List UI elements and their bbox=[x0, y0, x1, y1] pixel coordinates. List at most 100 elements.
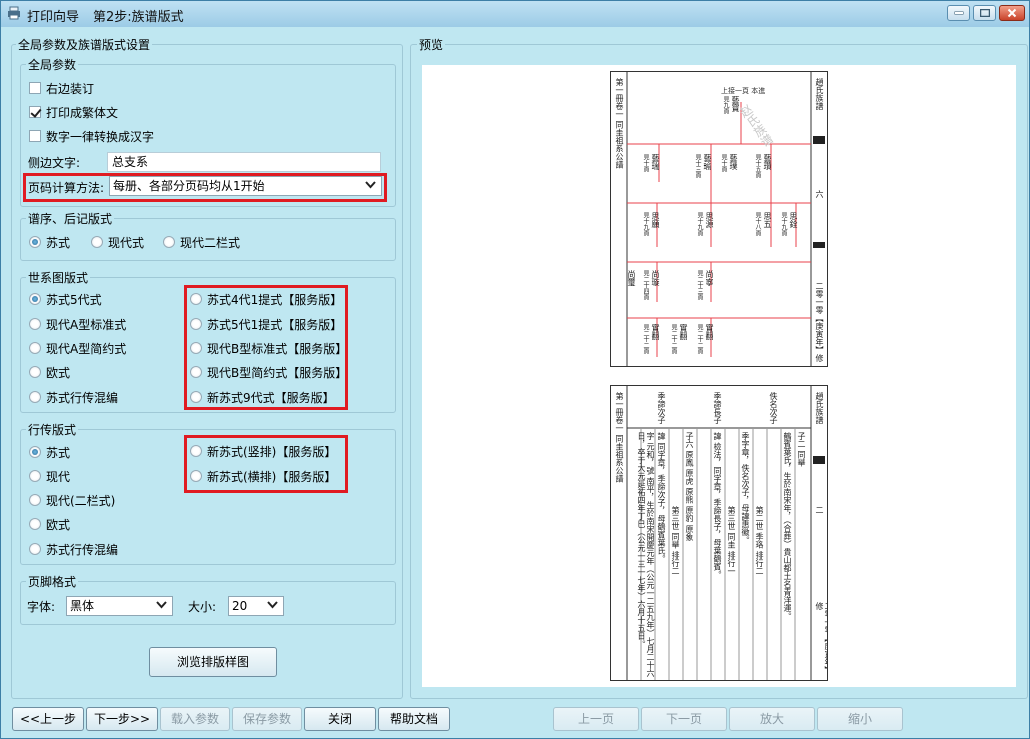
radio-button[interactable] bbox=[29, 518, 41, 530]
maximize-button[interactable] bbox=[973, 5, 996, 21]
chevron-down-icon bbox=[365, 181, 376, 189]
radio-button[interactable] bbox=[91, 236, 103, 248]
digits-to-chinese-checkbox[interactable]: 数字一律转换成汉字 bbox=[29, 127, 154, 145]
bio-right-option-1[interactable]: 新苏式(横排)【服务版】 bbox=[190, 467, 336, 485]
bio-left-option-2[interactable]: 现代(二栏式) bbox=[29, 491, 115, 509]
radio-button[interactable] bbox=[29, 543, 41, 555]
radio-label: 现代式 bbox=[108, 235, 145, 250]
radio-button[interactable] bbox=[190, 366, 202, 378]
page-calc-label: 页码计算方法: bbox=[28, 180, 105, 195]
radio-label: 苏式4代1提式【服务版】 bbox=[207, 292, 343, 307]
lineage-name: 藝瑜 bbox=[703, 154, 712, 170]
radio-button[interactable] bbox=[163, 236, 175, 248]
preface-option-modern-two-col[interactable]: 现代二栏式 bbox=[163, 233, 240, 251]
size-select[interactable]: 20 bbox=[228, 596, 284, 616]
radio-label: 新苏式9代式【服务版】 bbox=[207, 390, 335, 405]
radio-label: 苏式行传混编 bbox=[46, 390, 119, 405]
lineage-right-option-2[interactable]: 现代B型标准式【服务版】 bbox=[190, 339, 347, 357]
next-page-button[interactable]: 下一页 bbox=[641, 707, 727, 731]
lineage-name: 思五 bbox=[763, 212, 772, 228]
chevron-down-icon bbox=[156, 601, 167, 609]
radio-button[interactable] bbox=[190, 445, 202, 457]
radio-button[interactable] bbox=[190, 318, 202, 330]
radio-label: 新苏式(竖排)【服务版】 bbox=[207, 444, 337, 459]
page2-side-right-mid: 二 bbox=[815, 506, 824, 514]
step-title: 第2步:族谱版式 bbox=[93, 10, 184, 25]
lineage-left-option-3[interactable]: 欧式 bbox=[29, 363, 70, 381]
radio-button[interactable] bbox=[29, 470, 41, 482]
zoom-out-button[interactable]: 缩小 bbox=[817, 707, 903, 731]
lineage-right-option-1[interactable]: 苏式5代1提式【服务版】 bbox=[190, 315, 342, 333]
radio-button[interactable] bbox=[190, 293, 202, 305]
prev-step-button[interactable]: <<上一步 bbox=[12, 707, 84, 731]
lineage-note: 見二十二頁 bbox=[670, 324, 677, 354]
page1-side-right-mid: 六 bbox=[815, 190, 824, 198]
radio-button[interactable] bbox=[29, 391, 41, 403]
settings-group-title: 全局参数及族谱版式设置 bbox=[16, 36, 153, 53]
font-select[interactable]: 黑体 bbox=[66, 596, 173, 616]
bio-column: 第二世 季珞 排行二 bbox=[755, 506, 764, 576]
bio-left-option-0[interactable]: 苏式 bbox=[29, 443, 70, 461]
radio-label: 苏式 bbox=[46, 235, 71, 250]
radio-label: 苏式5代1提式【服务版】 bbox=[207, 317, 343, 332]
bio-column: 諱 檢法，同字章，季諦長子，母葉鶴賓。 bbox=[713, 432, 722, 579]
radio-button[interactable] bbox=[190, 391, 202, 403]
next-step-button[interactable]: 下一步>> bbox=[86, 707, 158, 731]
checkbox-box[interactable] bbox=[29, 106, 41, 118]
bio-right-option-0[interactable]: 新苏式(竖排)【服务版】 bbox=[190, 442, 336, 460]
zoom-in-button[interactable]: 放大 bbox=[729, 707, 815, 731]
checkbox-label: 右边装订 bbox=[46, 81, 95, 96]
radio-button[interactable] bbox=[190, 342, 202, 354]
radio-button[interactable] bbox=[29, 318, 41, 330]
lineage-left-option-2[interactable]: 现代A型简约式 bbox=[29, 339, 126, 357]
lineage-left-option-1[interactable]: 现代A型标准式 bbox=[29, 315, 126, 333]
preview-page-lineage: 第一冊卷一 同圭祖系公譜 趙氏族譜 六 二零一零【庚寅年】修 赵氏族谱 上接一頁… bbox=[610, 71, 828, 367]
minimize-button[interactable] bbox=[947, 5, 970, 21]
checkbox-box[interactable] bbox=[29, 130, 41, 142]
radio-button[interactable] bbox=[29, 236, 41, 248]
bio-column: 佚名次子 bbox=[769, 392, 778, 424]
help-button[interactable]: 帮助文档 bbox=[378, 707, 450, 731]
global-params-title: 全局参数 bbox=[26, 56, 79, 73]
bio-column: 鶴賓葉氏，生於南宋年，（合葬）貴山都土名青洋運。 bbox=[783, 432, 792, 620]
prev-page-button[interactable]: 上一页 bbox=[553, 707, 639, 731]
lineage-left-option-4[interactable]: 苏式行传混编 bbox=[29, 388, 118, 406]
close-window-button[interactable] bbox=[999, 5, 1025, 21]
lineage-note: 見十三頁 bbox=[694, 154, 701, 178]
close-button[interactable]: 关闭 bbox=[304, 707, 376, 731]
page-calc-select[interactable]: 每册、各部分页码均从1开始 bbox=[109, 176, 382, 196]
lineage-name: 思銓 bbox=[789, 212, 798, 228]
radio-button[interactable] bbox=[190, 470, 202, 482]
radio-button[interactable] bbox=[29, 446, 41, 458]
biography-title: 行传版式 bbox=[26, 421, 79, 438]
radio-label: 苏式行传混编 bbox=[46, 542, 119, 557]
radio-button[interactable] bbox=[29, 366, 41, 378]
lineage-right-option-0[interactable]: 苏式4代1提式【服务版】 bbox=[190, 290, 342, 308]
checkbox-box[interactable] bbox=[29, 82, 41, 94]
bio-left-option-3[interactable]: 欧式 bbox=[29, 515, 70, 533]
radio-button[interactable] bbox=[29, 342, 41, 354]
browse-layout-button[interactable]: 浏览排版样图 bbox=[149, 647, 277, 677]
preface-option-modern[interactable]: 现代式 bbox=[91, 233, 144, 251]
side-text-label: 侧边文字: bbox=[28, 155, 81, 170]
lineage-note: 見二十二頁 bbox=[642, 324, 649, 354]
radio-button[interactable] bbox=[29, 494, 41, 506]
save-params-button[interactable]: 保存参数 bbox=[232, 707, 302, 731]
lineage-note: 見九頁 bbox=[722, 96, 729, 114]
lineage-name: 尚寧 bbox=[705, 270, 714, 286]
lineage-left-option-0[interactable]: 苏式5代式 bbox=[29, 290, 102, 308]
bio-left-option-4[interactable]: 苏式行传混编 bbox=[29, 540, 118, 558]
side-text-field[interactable]: 总支系 bbox=[107, 152, 381, 172]
right-binding-checkbox[interactable]: 右边装订 bbox=[29, 79, 94, 97]
lineage-note: 見十八頁 bbox=[754, 212, 761, 236]
traditional-chinese-checkbox[interactable]: 打印成繁体文 bbox=[29, 103, 118, 121]
lineage-right-option-4[interactable]: 新苏式9代式【服务版】 bbox=[190, 388, 335, 406]
load-params-button[interactable]: 载入参数 bbox=[160, 707, 230, 731]
radio-label: 欧式 bbox=[46, 517, 71, 532]
preface-option-sushi[interactable]: 苏式 bbox=[29, 233, 70, 251]
print-wizard-window: 打印向导 第2步:族谱版式 全局参数及族谱版式设置 全局参数 右边装订 打印成繁体… bbox=[0, 0, 1030, 739]
radio-label: 现代二栏式 bbox=[180, 235, 241, 250]
radio-button[interactable] bbox=[29, 293, 41, 305]
bio-left-option-1[interactable]: 现代 bbox=[29, 467, 70, 485]
lineage-right-option-3[interactable]: 现代B型简约式【服务版】 bbox=[190, 363, 347, 381]
